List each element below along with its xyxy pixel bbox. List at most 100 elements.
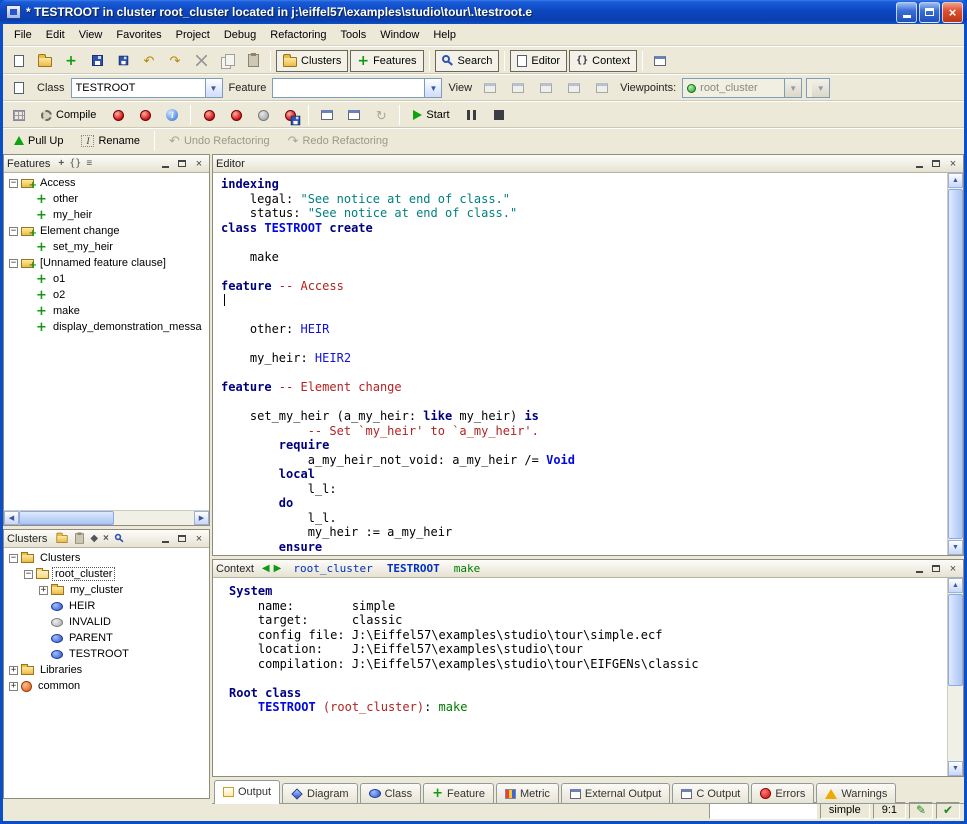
maximize-button[interactable] <box>919 2 940 23</box>
tree-item-invalid[interactable]: INVALID <box>4 614 209 630</box>
tree-item-my-heir[interactable]: my_heir <box>4 207 209 223</box>
tree-expander-icon[interactable]: − <box>9 259 18 268</box>
tree-item-o2[interactable]: o2 <box>4 287 209 303</box>
features-close-button[interactable]: × <box>192 157 206 170</box>
menu-project[interactable]: Project <box>169 26 217 44</box>
redo-icon[interactable]: ↷ <box>163 50 187 72</box>
tree-label[interactable]: o1 <box>51 273 67 285</box>
freeze-icon[interactable] <box>133 104 157 126</box>
clusters-panel-header[interactable]: Clusters ◆ × × <box>4 530 209 548</box>
edit-mode-cell[interactable]: ✎ <box>909 802 933 819</box>
tree-expander-icon[interactable]: + <box>9 682 18 691</box>
menu-window[interactable]: Window <box>373 26 426 44</box>
context-vscroll-thumb[interactable] <box>948 594 963 686</box>
undo-icon[interactable]: ↶ <box>137 50 161 72</box>
tree-label[interactable]: o2 <box>51 289 67 301</box>
tab-output[interactable]: Output <box>214 780 280 803</box>
tree-label[interactable]: common <box>36 680 82 692</box>
editor-vscrollbar[interactable]: ▲ ▼ <box>947 173 963 555</box>
tree-expander-icon[interactable]: − <box>9 554 18 563</box>
features-maximize-button[interactable] <box>175 157 189 170</box>
feature-combobox[interactable]: ▼ <box>272 78 442 98</box>
features-minimize-button[interactable] <box>158 157 172 170</box>
tree-item-element-change[interactable]: −Element change <box>4 223 209 239</box>
menu-debug[interactable]: Debug <box>217 26 263 44</box>
tree-item-display-demonstration-messa[interactable]: display_demonstration_messa <box>4 319 209 335</box>
tab-c-output[interactable]: C Output <box>672 783 749 803</box>
compile-ok-cell[interactable]: ✔ <box>936 802 960 819</box>
history-forward-icon[interactable]: ▶ <box>274 563 282 575</box>
clusters-minimize-button[interactable] <box>158 532 172 545</box>
tree-label[interactable]: make <box>51 305 82 317</box>
clusters-search-icon[interactable] <box>115 533 121 539</box>
tree-label[interactable]: PARENT <box>67 632 115 644</box>
pull-up-button[interactable]: Pull Up <box>7 130 70 152</box>
tree-item-common[interactable]: + common <box>4 678 209 694</box>
tree-label[interactable]: Clusters <box>38 552 82 564</box>
tree-item-parent[interactable]: PARENT <box>4 630 209 646</box>
context-minimize-button[interactable] <box>912 562 926 575</box>
title-bar[interactable]: * TESTROOT in cluster root_cluster locat… <box>0 0 967 24</box>
minimize-button[interactable] <box>896 2 917 23</box>
start-button[interactable]: Start <box>406 104 456 126</box>
editor-close-button[interactable]: × <box>946 157 960 170</box>
class-combobox[interactable]: TESTROOT ▼ <box>71 78 223 98</box>
editor-view-button[interactable]: Editor <box>510 50 567 72</box>
clusters-view-button[interactable]: Clusters <box>276 50 348 72</box>
tree-label[interactable]: other <box>51 193 80 205</box>
tree-label[interactable]: Element change <box>38 225 122 237</box>
tree-label[interactable]: HEIR <box>67 600 97 612</box>
menu-refactoring[interactable]: Refactoring <box>263 26 333 44</box>
toggle-signatures-icon[interactable]: {} <box>69 158 81 170</box>
tab-external-output[interactable]: External Output <box>561 783 670 803</box>
scroll-down-icon[interactable]: ▼ <box>948 540 963 555</box>
tree-expander-icon[interactable]: − <box>24 570 33 579</box>
diagram-tool-icon[interactable]: ◆ <box>90 533 98 545</box>
context-vscrollbar[interactable]: ▲ ▼ <box>947 578 963 776</box>
copy-icon[interactable] <box>215 50 239 72</box>
breadcrumb-feature[interactable]: make <box>454 562 481 576</box>
tree-label[interactable]: INVALID <box>67 616 113 628</box>
features-panel-header[interactable]: Features + {} ≡ × <box>4 155 209 173</box>
tree-label[interactable]: my_cluster <box>68 584 125 596</box>
tree-expander-icon[interactable]: + <box>9 666 18 675</box>
tree-item-testroot[interactable]: TESTROOT <box>4 646 209 662</box>
tree-label[interactable]: Access <box>38 177 77 189</box>
menu-file[interactable]: File <box>7 26 39 44</box>
tree-label[interactable]: my_heir <box>51 209 94 221</box>
paste-icon[interactable] <box>241 50 265 72</box>
external-commands-icon[interactable] <box>648 50 672 72</box>
context-scroll-down-icon[interactable]: ▼ <box>948 761 963 776</box>
clusters-tree[interactable]: −Clusters−root_cluster+my_clusterHEIRINV… <box>4 548 209 798</box>
hscroll-thumb[interactable] <box>19 511 114 525</box>
tree-expander-icon[interactable]: + <box>39 586 48 595</box>
menu-view[interactable]: View <box>72 26 110 44</box>
breadcrumb-cluster[interactable]: root_cluster <box>293 562 372 576</box>
editor-panel-header[interactable]: Editor × <box>213 155 963 173</box>
features-tree[interactable]: −Accessothermy_heir−Element changeset_my… <box>4 173 209 510</box>
delete-item-icon[interactable] <box>75 533 84 543</box>
new-document-icon[interactable] <box>7 50 31 72</box>
scroll-right-icon[interactable]: ▶ <box>194 511 209 525</box>
remove-class-icon[interactable]: × <box>103 533 109 545</box>
close-button[interactable]: × <box>942 2 963 23</box>
add-cluster-icon[interactable] <box>57 535 68 543</box>
tree-item-clusters[interactable]: − Clusters <box>4 550 209 566</box>
tree-item-other[interactable]: other <box>4 191 209 207</box>
info-icon[interactable]: i <box>160 104 184 126</box>
tree-label[interactable]: TESTROOT <box>67 648 131 660</box>
tab-metric[interactable]: Metric <box>496 783 559 803</box>
context-panel-header[interactable]: Context ◀ ▶ root_clusterTESTROOTmake × <box>213 560 963 578</box>
editor-vscroll-thumb[interactable] <box>948 189 963 539</box>
tree-item--unnamed-feature-clause-[interactable]: −[Unnamed feature clause] <box>4 255 209 271</box>
toggle-alphabetical-icon[interactable]: ≡ <box>86 158 92 170</box>
metric-tool-icon[interactable] <box>7 104 31 126</box>
tab-errors[interactable]: Errors <box>751 783 814 803</box>
quick-melt-icon[interactable] <box>197 104 221 126</box>
features-view-button[interactable]: + Features <box>350 50 423 72</box>
minimize-views-icon[interactable] <box>342 104 366 126</box>
pause-button[interactable] <box>460 104 484 126</box>
tab-diagram[interactable]: Diagram <box>282 783 358 803</box>
stop-button[interactable] <box>487 104 511 126</box>
history-back-icon[interactable]: ◀ <box>262 563 270 575</box>
